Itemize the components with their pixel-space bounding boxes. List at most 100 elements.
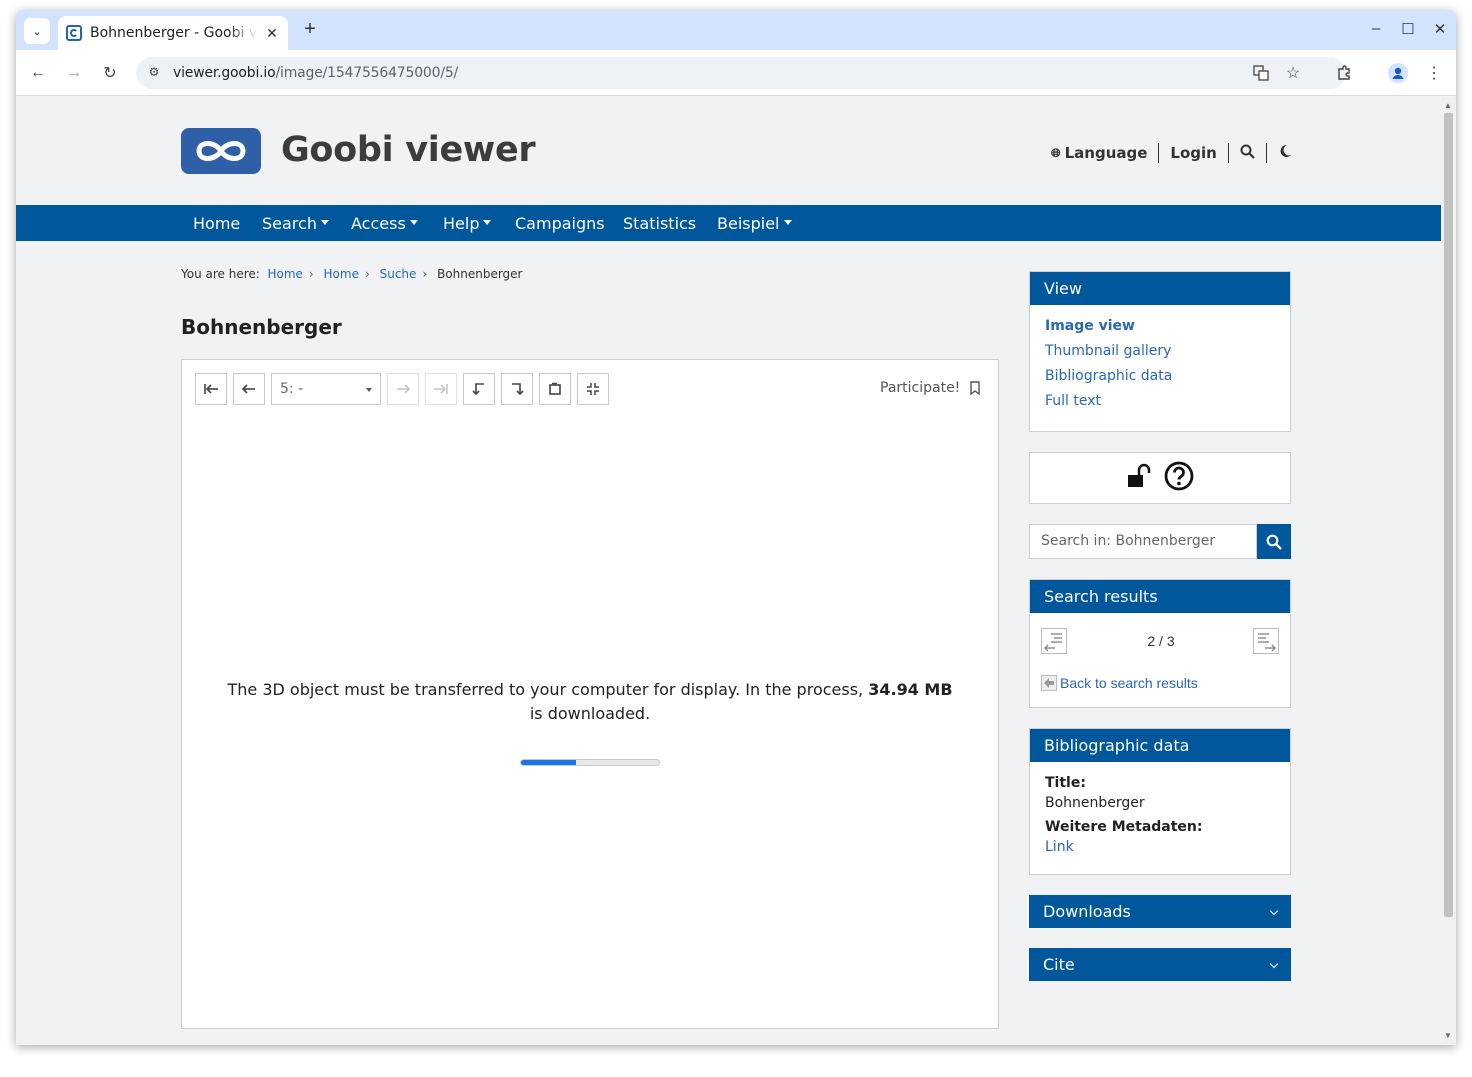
language-link[interactable]: Language (1065, 144, 1148, 162)
breadcrumb: You are here: Home › Home › Suche › Bohnenb… (181, 267, 523, 281)
scroll-up-icon: ▲ (1444, 101, 1452, 110)
previous-page-button[interactable] (233, 373, 265, 405)
rotate-right-button[interactable] (501, 373, 533, 405)
browser-menu-icon[interactable]: ⋮ (1423, 62, 1445, 84)
page-content: Goobi viewer 🌐︎ Language Login Home Sear… (16, 97, 1441, 1045)
back-to-results-link[interactable]: Back to search results (1041, 675, 1198, 691)
globe-icon: 🌐︎ (1051, 145, 1061, 160)
view-widget-title: View (1030, 272, 1290, 305)
rotate-right-icon (512, 383, 524, 396)
chevron-down-icon (1269, 959, 1279, 969)
profile-icon[interactable] (1387, 62, 1409, 84)
tab-close-icon[interactable]: ✕ (264, 25, 280, 42)
fullscreen-icon (587, 383, 599, 395)
rotate-left-button[interactable] (463, 373, 495, 405)
tab-search-icon[interactable]: ⌄ (24, 18, 50, 44)
divider (1265, 143, 1267, 163)
chevron-down-icon (366, 388, 372, 392)
download-size: 34.94 MB (868, 680, 953, 699)
dark-mode-moon-icon[interactable] (1278, 144, 1292, 162)
help-question-icon[interactable] (1164, 461, 1194, 496)
image-view-link[interactable]: Image view (1045, 318, 1290, 334)
nav-statistics[interactable]: Statistics (623, 214, 696, 233)
reset-view-button[interactable] (539, 373, 571, 405)
nav-campaigns[interactable]: Campaigns (515, 214, 605, 233)
download-progress-bar (520, 759, 660, 766)
back-arrow-icon (1041, 675, 1057, 691)
site-info-icon[interactable]: ⚙ (146, 65, 162, 81)
new-tab-icon[interactable]: + (298, 18, 322, 42)
nav-help[interactable]: Help (443, 214, 492, 233)
download-notice: The 3D object must be transferred to you… (227, 680, 953, 723)
divider (1158, 143, 1160, 163)
page-select[interactable]: 5: - (271, 373, 381, 405)
infinity-logo-icon (196, 141, 246, 161)
object-viewer: 5: - Participate! The 3D object must be … (181, 359, 999, 1029)
first-page-button[interactable] (195, 373, 227, 405)
search-results-title: Search results (1030, 580, 1290, 613)
participate-link[interactable]: Participate! (880, 380, 960, 396)
nav-beispiel[interactable]: Beispiel (717, 214, 792, 233)
breadcrumb-link[interactable]: Home (324, 267, 359, 281)
reload-icon[interactable]: ↻ (99, 62, 121, 84)
minimize-icon[interactable]: – (1366, 20, 1386, 37)
search-icon[interactable] (1240, 144, 1255, 163)
goobi-logo[interactable] (181, 128, 261, 174)
bookmark-icon[interactable] (969, 381, 981, 400)
page-scrollbar[interactable]: ▲ ▼ (1441, 97, 1456, 1045)
site-title[interactable]: Goobi viewer (281, 130, 536, 170)
tab-title: Bohnenberger - Goobi viewer (90, 25, 258, 41)
search-results-widget: Search results 2 / 3 Back to search resu… (1029, 579, 1291, 708)
forward-icon[interactable]: → (63, 62, 85, 84)
rotate-left-icon (472, 383, 484, 396)
bookmark-star-icon[interactable]: ☆ (1282, 62, 1304, 84)
header-links: 🌐︎ Language Login (1051, 143, 1292, 163)
window-close-icon[interactable]: ✕ (1430, 20, 1450, 38)
browser-tab[interactable]: Bohnenberger - Goobi viewer ✕ (58, 16, 288, 50)
back-icon[interactable]: ← (27, 62, 49, 84)
breadcrumb-link[interactable]: Suche (380, 267, 417, 281)
arrow-right-icon (397, 384, 410, 394)
bibliographic-widget: Bibliographic data Title: Bohnenberger W… (1029, 728, 1291, 875)
scroll-thumb[interactable] (1444, 113, 1453, 917)
bibliographic-data-link[interactable]: Bibliographic data (1045, 368, 1290, 384)
more-metadata-link[interactable]: Link (1045, 839, 1275, 855)
open-lock-icon (1126, 462, 1154, 495)
last-page-button[interactable] (425, 373, 457, 405)
browser-toolbar: ← → ↻ ⚙ viewer.goobi.io/image/1547556475… (16, 50, 1456, 96)
full-text-link[interactable]: Full text (1045, 393, 1290, 409)
scroll-down-icon: ▼ (1444, 1031, 1452, 1040)
nav-search[interactable]: Search (262, 214, 329, 233)
login-link[interactable]: Login (1170, 144, 1216, 162)
more-metadata-label: Weitere Metadaten: (1045, 819, 1203, 835)
nav-home[interactable]: Home (193, 214, 240, 233)
url-text[interactable]: viewer.goobi.io/image/1547556475000/5/ (173, 65, 458, 81)
progress-fill (521, 760, 577, 765)
title-label: Title: (1045, 775, 1086, 791)
bibliographic-widget-title: Bibliographic data (1030, 729, 1290, 762)
goobi-favicon-icon (66, 25, 82, 41)
cite-toggle[interactable]: Cite (1029, 948, 1291, 981)
fullscreen-button[interactable] (577, 373, 609, 405)
first-page-icon (204, 384, 218, 394)
next-page-button[interactable] (387, 373, 419, 405)
main-navigation: Home Search Access Help Campaigns Statis… (16, 205, 1441, 241)
search-submit-button[interactable] (1257, 524, 1291, 559)
next-hit-icon[interactable] (1253, 628, 1279, 659)
address-bar[interactable]: ⚙ viewer.goobi.io/image/1547556475000/5/… (136, 57, 1346, 89)
search-in-record-input[interactable]: Search in: Bohnenberger (1029, 524, 1257, 559)
nav-access[interactable]: Access (351, 214, 418, 233)
downloads-toggle[interactable]: Downloads (1029, 895, 1291, 928)
arrow-left-icon (242, 384, 255, 394)
title-value: Bohnenberger (1045, 795, 1145, 811)
last-page-icon (434, 384, 448, 394)
maximize-icon[interactable]: ☐ (1398, 20, 1418, 38)
divider (1227, 143, 1229, 163)
search-icon (1266, 534, 1282, 550)
thumbnail-gallery-link[interactable]: Thumbnail gallery (1045, 343, 1290, 359)
breadcrumb-prefix: You are here: (181, 267, 260, 281)
extensions-icon[interactable] (1333, 62, 1355, 84)
access-status-widget (1029, 452, 1291, 504)
translate-icon[interactable] (1250, 62, 1272, 84)
breadcrumb-link[interactable]: Home (267, 267, 302, 281)
